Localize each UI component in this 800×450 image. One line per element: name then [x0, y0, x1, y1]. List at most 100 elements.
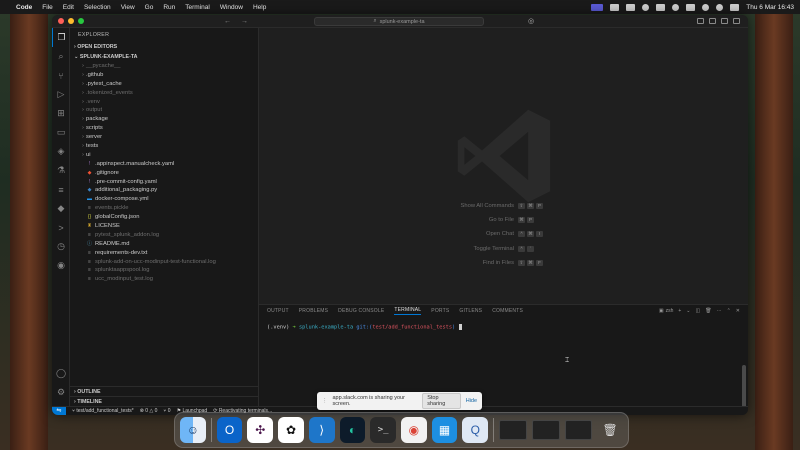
toggle-panel-icon[interactable]	[709, 18, 716, 24]
toggle-secondary-sidebar-icon[interactable]	[721, 18, 728, 24]
close-window-button[interactable]	[58, 18, 64, 24]
search-icon[interactable]: ⌕	[52, 47, 70, 66]
timeline-icon[interactable]: ◷	[52, 237, 70, 256]
terminal-prompt[interactable]: (.venv) ➜ splunk-example-ta git:(test/ad…	[267, 324, 463, 331]
split-terminal-icon[interactable]: ◫	[696, 308, 701, 314]
menu-selection[interactable]: Selection	[84, 4, 111, 11]
finder-icon[interactable]: ☺	[180, 417, 206, 443]
tree-file[interactable]: ▬ docker-compose.yml	[70, 195, 258, 204]
tab-gitlens[interactable]: GITLENS	[459, 308, 482, 314]
customize-layout-icon[interactable]	[733, 18, 740, 24]
source-control-icon[interactable]: ⑂	[52, 66, 70, 85]
tab-terminal[interactable]: TERMINAL	[394, 307, 422, 315]
tab-debug-console[interactable]: DEBUG CONSOLE	[338, 308, 384, 314]
battery-icon[interactable]	[686, 3, 696, 11]
outlook-icon[interactable]: O	[216, 417, 243, 443]
chevron-down-icon[interactable]: ⌄	[686, 308, 690, 314]
editor-area[interactable]: Show All Commands ⇧ ⌘ P Go to File ⌘ P Open Cha…	[259, 28, 748, 304]
terminal-app-icon[interactable]: >_	[370, 417, 397, 443]
tree-file[interactable]: ≡ ucc_modinput_test.log	[70, 275, 258, 284]
command-center[interactable]: ⌕ splunk-example-ta	[314, 17, 484, 26]
open-editors-section[interactable]: › OPEN EDITORS	[70, 42, 258, 52]
wifi-icon[interactable]	[702, 3, 710, 11]
maximize-panel-icon[interactable]: ⌃	[727, 308, 731, 314]
menu-window[interactable]: Window	[220, 4, 243, 11]
minimize-window-button[interactable]	[68, 18, 74, 24]
tree-folder[interactable]: › ui	[70, 151, 258, 160]
minimized-window-thumbnail[interactable]	[531, 420, 560, 440]
tree-file[interactable]: ! .pre-commit-config.yaml	[70, 178, 258, 187]
chrome-icon[interactable]: ◉	[401, 417, 427, 443]
account-icon[interactable]: ◯	[52, 364, 70, 383]
tree-folder[interactable]: › scripts	[70, 124, 258, 133]
explorer-icon[interactable]: ❐	[52, 28, 70, 47]
tree-file[interactable]: ◆ additional_packaging.py	[70, 186, 258, 195]
hide-share-bar-button[interactable]: Hide	[466, 398, 477, 404]
status-branch[interactable]: ⑂ test/add_functional_tests*	[72, 408, 134, 414]
search-icon[interactable]	[716, 3, 724, 11]
tree-file[interactable]: ≡ pytest_splunk_addon.log	[70, 231, 258, 240]
tree-folder[interactable]: › server	[70, 133, 258, 142]
remote-explorer-icon[interactable]: ▭	[52, 123, 70, 142]
tree-file[interactable]: ≡ splunktaappspool.log	[70, 266, 258, 275]
toggle-sidebar-icon[interactable]	[697, 18, 704, 24]
minimized-window-thumbnail[interactable]	[564, 420, 593, 440]
remote-indicator-icon[interactable]: ⇋	[52, 406, 66, 415]
tree-file[interactable]: ♜ LICENSE	[70, 222, 258, 231]
tree-folder[interactable]: › __pycache__	[70, 62, 258, 71]
quicktime-icon[interactable]: Q	[462, 417, 489, 443]
tab-problems[interactable]: PROBLEMS	[299, 308, 328, 314]
new-terminal-icon[interactable]: +	[678, 308, 681, 314]
tree-folder[interactable]: › tests	[70, 142, 258, 151]
timeline-section[interactable]: › TIMELINE	[70, 396, 258, 406]
headphones-icon[interactable]	[672, 3, 680, 11]
trash-icon[interactable]: 🗑	[597, 417, 623, 443]
menu-file[interactable]: File	[42, 4, 52, 11]
tab-output[interactable]: OUTPUT	[267, 308, 289, 314]
menu-app[interactable]: Code	[16, 4, 32, 11]
gitlens-icon[interactable]: ◈	[52, 142, 70, 161]
tree-folder[interactable]: › .venv	[70, 98, 258, 107]
tree-file[interactable]: {} globalConfig.json	[70, 213, 258, 222]
menu-terminal[interactable]: Terminal	[185, 4, 210, 11]
status-ports[interactable]: ⑂ 0	[163, 408, 170, 414]
terminal-scrollbar[interactable]	[742, 365, 746, 410]
tree-file[interactable]: ≡ splunk-add-on-ucc-modinput-test-functio…	[70, 258, 258, 267]
tree-folder[interactable]: › package	[70, 115, 258, 124]
run-debug-icon[interactable]: ▷	[52, 85, 70, 104]
tree-folder[interactable]: › output	[70, 106, 258, 115]
tree-file[interactable]: ≡ requirements-dev.txt	[70, 249, 258, 258]
splunk-icon[interactable]: ≡	[52, 180, 70, 199]
terminal-shell-selector[interactable]: ▣ zsh	[659, 308, 674, 314]
tree-folder[interactable]: › .github	[70, 71, 258, 80]
menu-view[interactable]: View	[121, 4, 135, 11]
tab-ports[interactable]: PORTS	[431, 308, 449, 314]
terminal-icon[interactable]: >	[52, 218, 70, 237]
docker-icon[interactable]: ◆	[52, 199, 70, 218]
screen-share-icon[interactable]	[591, 3, 604, 11]
chatgpt-icon[interactable]: ✿	[278, 417, 304, 443]
manage-gear-icon[interactable]: ⚙	[52, 383, 70, 402]
copilot-icon[interactable]: ◎	[528, 17, 536, 25]
slack-icon[interactable]: ✣	[247, 417, 274, 443]
minimized-window-thumbnail[interactable]	[499, 420, 527, 440]
outline-section[interactable]: › OUTLINE	[70, 386, 258, 396]
menu-edit[interactable]: Edit	[63, 4, 74, 11]
stop-sharing-button[interactable]: Stop sharing	[422, 393, 461, 409]
extensions-icon[interactable]: ⊞	[52, 104, 70, 123]
zoom-window-button[interactable]	[78, 18, 84, 24]
testing-icon[interactable]: ⚗	[52, 161, 70, 180]
tree-file[interactable]: ! .appinspect.manualcheck.yaml	[70, 160, 258, 169]
drag-handle-icon[interactable]: ⋮	[322, 398, 328, 404]
tree-folder[interactable]: › .pytest_cache	[70, 80, 258, 89]
project-section[interactable]: ⌄ SPLUNK-EXAMPLE-TA	[70, 52, 258, 62]
chat-icon[interactable]: ◉	[52, 256, 70, 275]
menubar-app-icon[interactable]	[610, 3, 620, 11]
vscode-icon[interactable]: ⟩	[308, 417, 335, 443]
trash-icon[interactable]: 🗑	[705, 308, 711, 314]
tree-file[interactable]: ⓘ README.md	[70, 240, 258, 249]
menubar-app-icon[interactable]	[642, 3, 650, 11]
tree-folder[interactable]: › .tokenized_events	[70, 89, 258, 98]
tree-file[interactable]: ◆ .gitignore	[70, 169, 258, 178]
menu-help[interactable]: Help	[253, 4, 266, 11]
